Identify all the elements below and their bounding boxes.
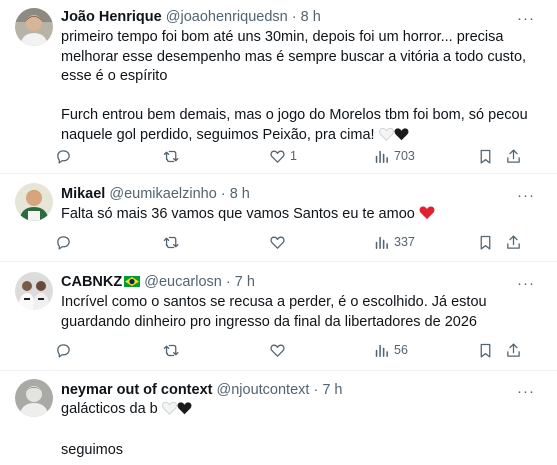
like-icon — [270, 150, 285, 163]
like-button[interactable] — [269, 340, 286, 360]
bookmark-icon — [480, 235, 491, 250]
separator: · — [225, 274, 231, 290]
display-name[interactable]: CABNKZ — [61, 274, 122, 290]
like-count: 1 — [290, 149, 297, 163]
tweet-paragraph: Furch entrou bem demais, mas o jogo do M… — [61, 106, 531, 147]
tweet-header: João Henrique @joaohenriquedsn · 8 h — [61, 8, 321, 26]
display-name[interactable]: João Henrique — [61, 9, 162, 25]
views-count: 337 — [394, 235, 415, 249]
tweet-paragraph: Falta só mais 36 vamos que vamos Santos … — [61, 205, 531, 227]
bookmark-button[interactable] — [477, 340, 494, 360]
reply-icon — [57, 343, 70, 358]
share-icon — [507, 342, 520, 357]
timestamp[interactable]: 8 h — [301, 9, 321, 25]
tweet-text: primeiro tempo foi bom até uns 30min, de… — [61, 28, 531, 147]
share-button[interactable] — [505, 340, 522, 360]
views-button[interactable]: 703 — [373, 146, 415, 166]
retweet-icon — [163, 150, 179, 162]
tweet-text: galácticos da b seguimos — [61, 400, 531, 461]
tweet[interactable]: neymar out of context @njoutcontext · 7 … — [0, 371, 557, 465]
share-icon — [507, 148, 520, 163]
views-icon — [375, 150, 388, 163]
views-count: 703 — [394, 149, 415, 163]
white-heart-icon — [161, 401, 177, 422]
red-heart-icon — [419, 205, 435, 227]
action-bar: 1 703 — [55, 146, 541, 166]
like-icon — [270, 236, 285, 249]
separator: · — [291, 9, 297, 25]
avatar[interactable] — [15, 379, 53, 417]
handle[interactable]: @eucarlosn — [144, 274, 222, 290]
retweet-button[interactable] — [163, 232, 180, 252]
tweet-paragraph: galácticos da b — [61, 400, 531, 422]
more-icon[interactable]: ··· — [517, 384, 535, 399]
reply-icon — [57, 149, 70, 164]
avatar[interactable] — [15, 183, 53, 221]
tweet-paragraph: seguimos — [61, 442, 124, 458]
timestamp[interactable]: 8 h — [230, 186, 250, 202]
more-icon[interactable]: ··· — [517, 188, 535, 203]
retweet-button[interactable] — [163, 340, 180, 360]
action-bar: 337 — [55, 232, 541, 252]
reply-button[interactable] — [55, 232, 72, 252]
display-name[interactable]: Mikael — [61, 186, 105, 202]
tweet-text: Incrível como o santos se recusa a perde… — [61, 293, 531, 332]
timestamp[interactable]: 7 h — [235, 274, 255, 290]
views-icon — [375, 344, 388, 357]
avatar[interactable] — [15, 8, 53, 46]
tweet-text: Falta só mais 36 vamos que vamos Santos … — [61, 205, 531, 227]
more-icon[interactable]: ··· — [517, 11, 535, 26]
bookmark-button[interactable] — [477, 146, 494, 166]
brazil-flag-icon — [124, 274, 141, 292]
separator: · — [313, 382, 319, 398]
black-heart-icon — [394, 127, 409, 148]
bookmark-icon — [480, 343, 491, 358]
tweet[interactable]: Mikael @eumikaelzinho · 8 h ··· Falta só… — [0, 174, 557, 262]
retweet-icon — [163, 344, 179, 356]
views-button[interactable]: 337 — [373, 232, 415, 252]
tweet-paragraph: primeiro tempo foi bom até uns 30min, de… — [61, 29, 527, 84]
like-button[interactable] — [269, 232, 286, 252]
views-count: 56 — [394, 343, 408, 357]
white-heart-icon — [378, 127, 394, 148]
tweet[interactable]: CABNKZ @eucarlosn · 7 h ··· Incrível com… — [0, 262, 557, 371]
handle[interactable]: @njoutcontext — [217, 382, 310, 398]
reply-button[interactable] — [55, 340, 72, 360]
tweet-header: neymar out of context @njoutcontext · 7 … — [61, 381, 343, 399]
views-icon — [375, 236, 388, 249]
tweet-header: CABNKZ @eucarlosn · 7 h — [61, 273, 255, 292]
share-icon — [507, 234, 520, 249]
tweet-paragraph: Incrível como o santos se recusa a perde… — [61, 294, 487, 330]
handle[interactable]: @joaohenriquedsn — [166, 9, 288, 25]
more-icon[interactable]: ··· — [517, 276, 535, 291]
tweet-header: Mikael @eumikaelzinho · 8 h — [61, 185, 250, 203]
display-name[interactable]: neymar out of context — [61, 382, 212, 398]
share-button[interactable] — [505, 232, 522, 252]
like-button[interactable]: 1 — [269, 146, 297, 166]
retweet-button[interactable] — [163, 146, 180, 166]
retweet-icon — [163, 236, 179, 248]
reply-icon — [57, 235, 70, 250]
tweet[interactable]: João Henrique @joaohenriquedsn · 8 h ···… — [0, 0, 557, 174]
avatar[interactable] — [15, 272, 53, 310]
bookmark-button[interactable] — [477, 232, 494, 252]
timestamp[interactable]: 7 h — [322, 382, 342, 398]
reply-feed: João Henrique @joaohenriquedsn · 8 h ···… — [0, 0, 557, 465]
reply-button[interactable] — [55, 146, 72, 166]
separator: · — [220, 186, 226, 202]
views-button[interactable]: 56 — [373, 340, 408, 360]
share-button[interactable] — [505, 146, 522, 166]
handle[interactable]: @eumikaelzinho — [109, 186, 216, 202]
bookmark-icon — [480, 149, 491, 164]
black-heart-icon — [177, 401, 192, 422]
action-bar: 56 — [55, 340, 541, 360]
like-icon — [270, 344, 285, 357]
